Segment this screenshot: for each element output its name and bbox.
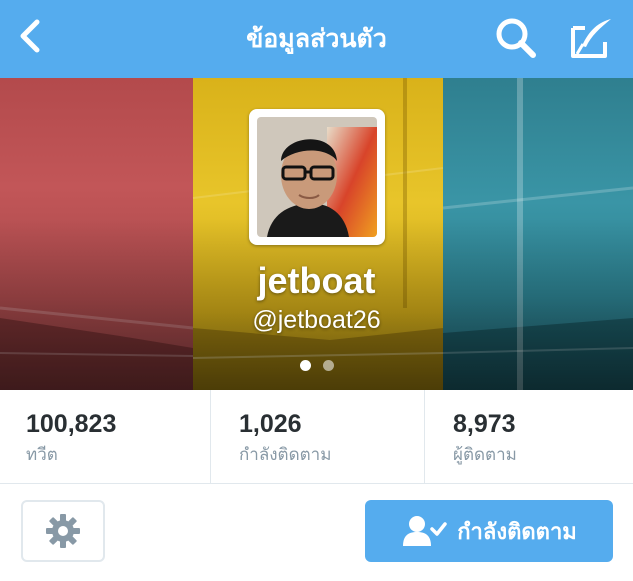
avatar[interactable] <box>249 109 385 245</box>
profile-handle: @jetboat26 <box>252 306 381 334</box>
gear-icon <box>46 514 80 548</box>
page-dot[interactable] <box>322 360 334 371</box>
settings-button[interactable] <box>21 500 105 562</box>
stat-label: ผู้ติดตาม <box>453 445 517 465</box>
stat-value: 8,973 <box>453 410 516 438</box>
chevron-left-icon <box>20 19 40 53</box>
person-check-icon <box>403 516 447 546</box>
page-dot-active[interactable] <box>299 360 311 371</box>
stat-label: กำลังติดตาม <box>239 445 332 465</box>
profile-display-name: jetboat <box>257 260 376 301</box>
stat-value: 1,026 <box>239 410 302 438</box>
profile-stats: 100,823 ทวีต 1,026 กำลังติดตาม 8,973 ผู้… <box>0 390 633 484</box>
stat-label: ทวีต <box>26 445 58 465</box>
header-page-indicator <box>0 360 633 371</box>
navigation-bar: ข้อมูลส่วนตัว <box>0 0 633 78</box>
compose-tweet-icon <box>571 19 611 58</box>
following-button-label: กำลังติดตาม <box>457 519 577 545</box>
stat-tweets[interactable]: 100,823 ทวีต <box>0 390 211 484</box>
avatar-photo <box>257 117 377 237</box>
following-button[interactable]: กำลังติดตาม <box>365 500 613 562</box>
stat-following[interactable]: 1,026 กำลังติดตาม <box>211 390 425 484</box>
compose-button[interactable] <box>566 12 618 64</box>
search-button[interactable] <box>490 12 542 64</box>
search-icon <box>496 18 536 58</box>
back-button[interactable] <box>10 14 50 58</box>
profile-actions: กำลังติดตาม <box>0 484 633 581</box>
profile-header: jetboat @jetboat26 <box>0 78 633 390</box>
stat-value: 100,823 <box>26 410 117 438</box>
stat-followers[interactable]: 8,973 ผู้ติดตาม <box>425 390 633 484</box>
